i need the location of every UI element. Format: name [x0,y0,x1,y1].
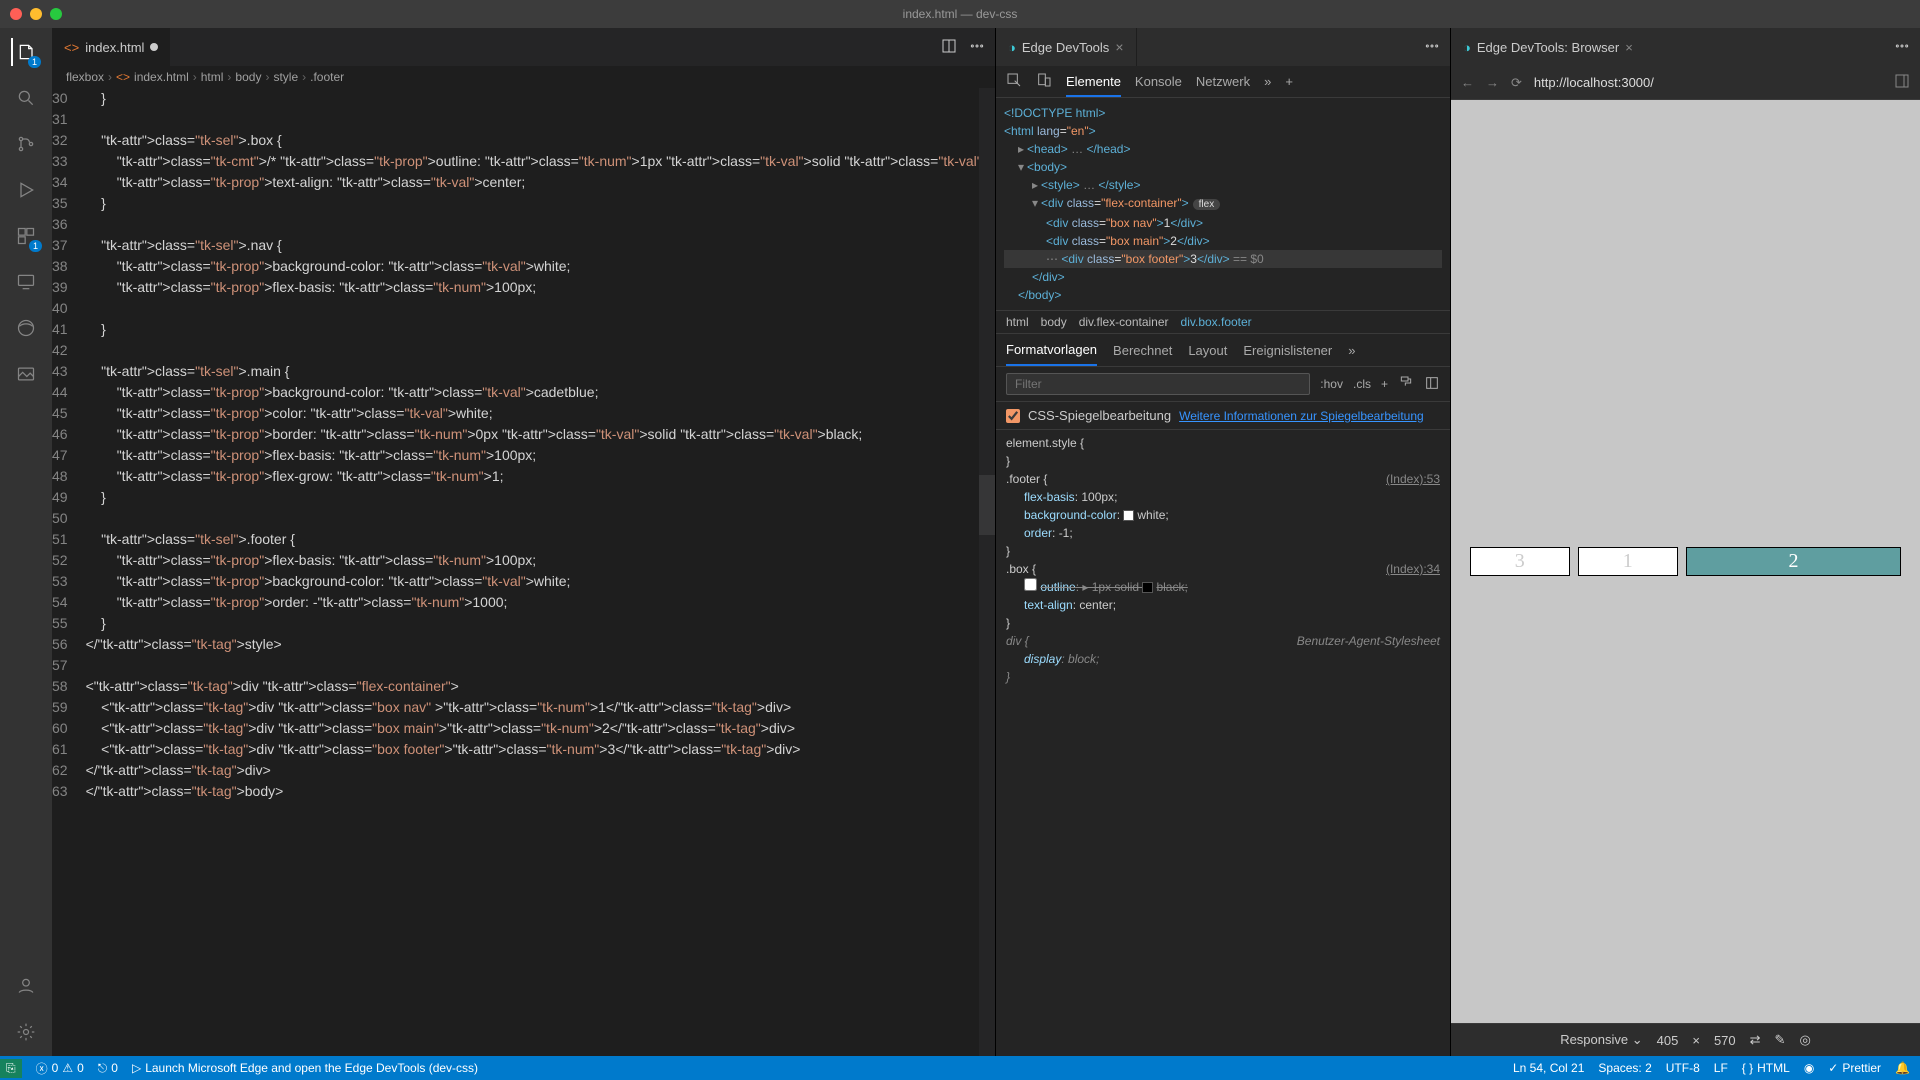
close-icon[interactable]: × [1115,39,1123,55]
browser-tab[interactable]: ◑ Edge DevTools: Browser × [1451,28,1645,66]
close-icon[interactable]: × [1625,40,1633,55]
language-mode[interactable]: { } HTML [1742,1061,1790,1075]
explorer-icon[interactable]: 1 [11,38,39,66]
edge-tools-icon[interactable] [12,314,40,342]
breadcrumb[interactable]: flexbox› <>index.html› html› body› style… [52,66,995,88]
maximize-window-button[interactable] [50,8,62,20]
run-debug-icon[interactable] [12,176,40,204]
edge-icon: ◑ [1463,40,1471,55]
device-toolbar: Responsive ⌄ 405 × 570 ⇄ ✎ ◎ [1451,1023,1920,1056]
remote-explorer-icon[interactable] [12,268,40,296]
html-file-icon: <> [116,70,130,84]
prettier-item[interactable]: ✓ Prettier [1828,1061,1881,1075]
cursor-position[interactable]: Ln 54, Col 21 [1513,1061,1584,1075]
statusbar: ⎘ ⓧ 0 ⚠ 0 ⎋ 0 ▷ Launch Microsoft Edge an… [0,1056,1920,1080]
encoding[interactable]: UTF-8 [1666,1061,1700,1075]
code-editor[interactable]: 3031323334353637383940414243444546474849… [52,88,995,1056]
reload-icon[interactable]: ⟳ [1511,75,1522,91]
html-file-icon: <> [64,40,79,55]
devtools-tab[interactable]: ◑ Edge DevTools × [996,28,1137,66]
gallery-icon[interactable] [12,360,40,388]
mirror-editing-row: CSS-Spiegelbearbeitung Weitere Informati… [996,402,1450,430]
tab-index-html[interactable]: <> index.html [52,28,171,66]
tab-layout[interactable]: Layout [1188,343,1227,358]
tab-console[interactable]: Konsole [1135,74,1182,89]
minimap[interactable] [979,88,995,1056]
edge-icon: ◑ [1008,40,1016,55]
eol[interactable]: LF [1714,1061,1728,1075]
extensions-icon[interactable]: 1 [12,222,40,250]
more-tabs-icon[interactable]: » [1264,74,1271,89]
indentation[interactable]: Spaces: 2 [1598,1061,1651,1075]
tab-elements[interactable]: Elemente [1066,74,1121,97]
cls-toggle[interactable]: .cls [1353,377,1371,391]
add-tab-icon[interactable]: + [1285,74,1293,89]
tab-styles[interactable]: Formatvorlagen [1006,342,1097,366]
more-actions-icon[interactable] [1424,38,1440,57]
hov-toggle[interactable]: :hov [1320,377,1343,391]
wand-icon[interactable]: ✎ [1775,1032,1786,1048]
viewport-height[interactable]: 570 [1714,1033,1736,1048]
search-icon[interactable] [12,84,40,112]
open-devtools-icon[interactable] [1894,73,1910,92]
activity-bar: 1 1 [0,28,52,1056]
problems-item[interactable]: ⓧ 0 ⚠ 0 [36,1060,84,1077]
titlebar: index.html — dev-css [0,0,1920,28]
selected-dom-node[interactable]: ⋯ <div class="box footer">3</div> == $0 [1004,250,1442,268]
styles-tabs: Formatvorlagen Berechnet Layout Ereignis… [996,333,1450,367]
device-toggle-icon[interactable] [1036,72,1052,91]
forward-icon[interactable]: → [1486,75,1499,90]
viewport-width[interactable]: 405 [1657,1033,1679,1048]
tab-listeners[interactable]: Ereignislistener [1243,343,1332,358]
devtools-toolbar: Elemente Konsole Netzwerk » + [996,66,1450,98]
more-actions-icon[interactable] [1894,38,1910,57]
live-server-icon[interactable]: ◉ [1804,1061,1814,1075]
extensions-badge: 1 [29,240,42,252]
mirror-info-link[interactable]: Weitere Informationen zur Spiegelbearbei… [1179,409,1424,423]
device-select[interactable]: Responsive ⌄ [1560,1032,1642,1048]
url-bar[interactable]: http://localhost:3000/ [1534,75,1882,90]
split-editor-icon[interactable] [941,38,957,57]
computed-toggle-icon[interactable] [1424,375,1440,394]
settings-gear-icon[interactable] [12,1018,40,1046]
browser-viewport[interactable]: 3 1 2 [1451,100,1920,1023]
window-title: index.html — dev-css [903,7,1018,21]
dom-tree[interactable]: <!DOCTYPE html> <html lang="en"> <head> … [996,98,1450,310]
window-controls [10,8,62,20]
preview-box-nav: 1 [1578,547,1678,576]
minimize-window-button[interactable] [30,8,42,20]
rotate-icon[interactable]: ⇄ [1750,1032,1761,1048]
source-control-icon[interactable] [12,130,40,158]
editor-tabs: <> index.html [52,28,995,66]
launch-edge-item[interactable]: ▷ Launch Microsoft Edge and open the Edg… [132,1061,478,1075]
explorer-badge: 1 [28,56,41,68]
more-tabs-icon[interactable]: » [1348,343,1355,358]
more-actions-icon[interactable] [969,38,985,57]
browser-panel: ◑ Edge DevTools: Browser × ← → ⟳ http://… [1450,28,1920,1056]
tab-network[interactable]: Netzwerk [1196,74,1250,89]
editor-group: <> index.html flexbox› <>index.html› htm… [52,28,995,1056]
unsaved-dot-icon [150,43,158,51]
mirror-checkbox[interactable] [1006,409,1020,423]
styles-filter-input[interactable] [1006,373,1310,395]
close-window-button[interactable] [10,8,22,20]
notifications-icon[interactable]: 🔔 [1895,1061,1910,1075]
styles-pane[interactable]: element.style { } .footer {(Index):53 fl… [996,430,1450,1056]
paint-icon[interactable] [1398,375,1414,394]
new-rule-icon[interactable]: + [1381,377,1388,391]
accounts-icon[interactable] [12,972,40,1000]
preview-box-main: 2 [1686,547,1901,576]
ports-item[interactable]: ⎋ 0 [98,1061,118,1076]
screenshot-icon[interactable]: ◎ [1799,1032,1810,1048]
outline-prop-checkbox[interactable] [1024,578,1037,591]
back-icon[interactable]: ← [1461,75,1474,90]
dom-breadcrumb[interactable]: html body div.flex-container div.box.foo… [996,310,1450,333]
tab-label: index.html [85,40,144,55]
inspect-icon[interactable] [1006,72,1022,91]
tab-computed[interactable]: Berechnet [1113,343,1172,358]
remote-indicator[interactable]: ⎘ [0,1059,22,1078]
devtools-panel: ◑ Edge DevTools × Elemente Konsole Netzw… [995,28,1450,1056]
preview-box-footer: 3 [1470,547,1570,576]
